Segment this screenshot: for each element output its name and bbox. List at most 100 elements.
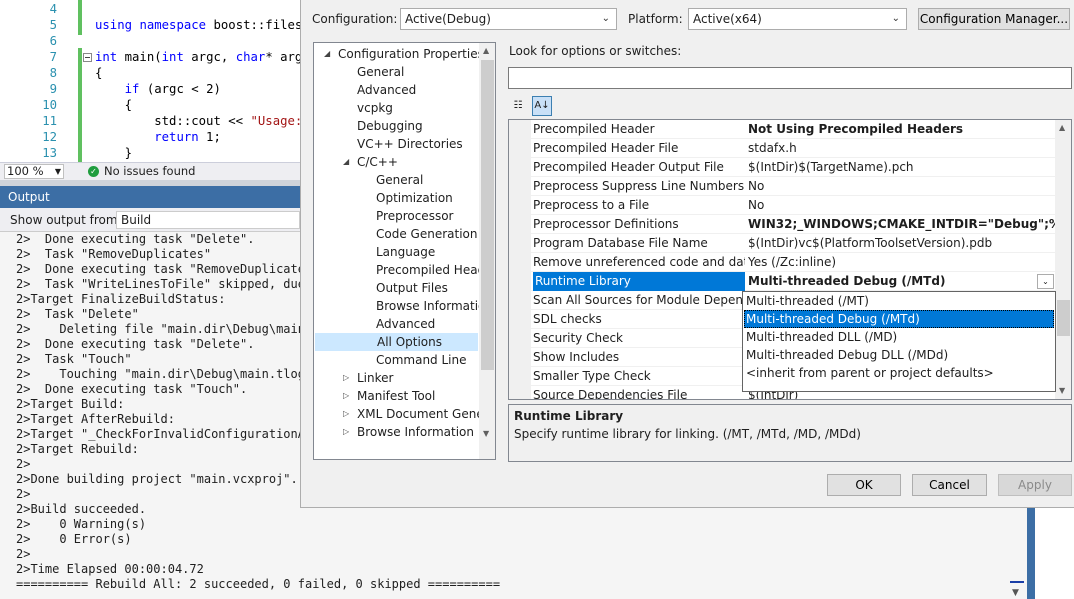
output-scrollbar[interactable]: ▼ [1010,576,1024,599]
tree-item[interactable]: Output Files [314,279,477,297]
tree-item[interactable]: All Options [315,333,478,351]
collapsed-arrow-icon[interactable]: ▷ [343,423,349,441]
tree-item[interactable]: Browse Information [314,297,493,315]
scroll-down-icon[interactable]: ▼ [1012,588,1019,598]
scroll-down-icon[interactable]: ▼ [483,429,489,438]
property-row[interactable]: Precompiled Header Not Using Precompiled … [509,120,1055,139]
scroll-up-icon[interactable]: ▲ [1059,123,1065,132]
code-text: { [95,98,133,112]
tree-item-label: Optimization [376,191,453,205]
runtime-library-options-list[interactable]: Multi-threaded (/MT) Multi-threaded Debug… [742,291,1056,392]
collapsed-arrow-icon[interactable]: ▷ [343,405,349,423]
property-name: Show Includes [533,350,620,364]
chevron-down-icon[interactable]: ⌄ [1037,274,1054,289]
code-line: 12 return 1; [0,129,300,145]
tree-item[interactable]: ◢ C/C++ [314,153,477,171]
tree-item[interactable]: Advanced [314,315,477,333]
check-circle-icon: ✓ [88,166,99,177]
collapsed-arrow-icon[interactable]: ▷ [343,369,349,387]
property-name: Precompiled Header [533,122,655,136]
property-row[interactable]: Precompiled Header Output File $(IntDir)$… [509,158,1055,177]
code-editor[interactable]: 4 5 using namespace boost::filesy 6 7 int mai… [0,0,300,162]
expanded-arrow-icon[interactable]: ◢ [324,45,330,63]
tree-item[interactable]: Language [314,243,477,261]
tree-item[interactable]: ▷ Linker [314,369,477,387]
property-value: Yes (/Zc:inline) [748,255,837,269]
property-row[interactable]: Remove unreferenced code and data Yes (/Z… [509,253,1055,272]
tree-item[interactable]: Optimization [314,189,477,207]
property-name: SDL checks [533,312,602,326]
scroll-thumb[interactable] [1010,581,1024,583]
property-row[interactable]: Program Database File Name $(IntDir)vc$(P… [509,234,1055,253]
scroll-up-icon[interactable]: ▲ [483,46,489,55]
output-line: 2> Deleting file "main.dir\Debug\main. [16,322,313,336]
chevron-down-icon: ▼ [54,167,61,176]
property-category-tree[interactable]: ◢ Configuration Properties General Advanced… [313,42,496,460]
ok-button[interactable]: OK [827,474,901,496]
tree-item[interactable]: Debugging [314,117,477,135]
output-line: 2> Task "WriteLinesToFile" skipped, due [16,277,305,291]
options-search-input[interactable] [508,67,1072,89]
expanded-arrow-icon[interactable]: ◢ [343,153,349,171]
configuration-manager-button[interactable]: Configuration Manager... [918,8,1070,30]
cancel-button[interactable]: Cancel [912,474,987,496]
tree-item[interactable]: Code Generation [314,225,477,243]
property-row[interactable]: Runtime Library Multi-threaded Debug (/MT… [509,272,1055,291]
tree-item[interactable]: Preprocessor [314,207,477,225]
grid-scrollbar[interactable]: ▲ ▼ [1055,120,1071,399]
property-value[interactable]: Multi-threaded Debug (/MTd) [747,272,1055,291]
output-panel-title[interactable]: Output [0,186,300,208]
line-number: 12 [42,130,57,144]
runtime-library-option[interactable]: Multi-threaded (/MT) [744,292,1054,310]
side-panel [1035,508,1074,599]
tree-item[interactable]: ▷ Manifest Tool [314,387,477,405]
output-line: 2> Touching "main.dir\Debug\main.tlog\ [16,367,313,381]
tree-item-label: Debugging [357,119,423,133]
configuration-select[interactable]: Active(Debug) ⌄ [400,8,617,30]
tree-item-label: Browse Information [357,425,474,439]
runtime-library-option[interactable]: <inherit from parent or project defaults… [744,364,1054,382]
output-line: 2> [16,487,31,501]
scroll-thumb[interactable] [481,60,494,370]
property-row[interactable]: Preprocess Suppress Line Numbers No [509,177,1055,196]
zoom-level-select[interactable]: 100 % ▼ [4,164,64,179]
property-row[interactable]: Preprocess to a File No [509,196,1055,215]
property-name: Preprocess Suppress Line Numbers [533,179,745,193]
tree-item[interactable]: Precompiled Heade [314,261,493,279]
property-row[interactable]: Precompiled Header File stdafx.h [509,139,1055,158]
apply-button[interactable]: Apply [998,474,1072,496]
tree-item[interactable]: Advanced [314,81,477,99]
tree-item-label: VC++ Directories [357,137,463,151]
output-line: 2>Target Build: [16,397,125,411]
scroll-down-icon[interactable]: ▼ [1059,386,1065,395]
issues-status[interactable]: No issues found [104,163,195,180]
runtime-library-option[interactable]: Multi-threaded Debug DLL (/MDd) [744,346,1054,364]
property-name: Scan All Sources for Module Dependenci [533,293,745,307]
property-row[interactable]: Preprocessor Definitions WIN32;_WINDOWS;C… [509,215,1055,234]
output-source-select[interactable]: Build [116,211,300,229]
alphabetical-sort-icon[interactable]: A↓ [532,96,552,116]
runtime-library-option[interactable]: Multi-threaded Debug (/MTd) [744,310,1054,328]
line-number: 10 [42,98,57,112]
tree-item[interactable]: Command Line [314,351,477,369]
search-label: Look for options or switches: [509,44,682,58]
description-text: Specify runtime library for linking. (/M… [514,427,861,441]
tree-item[interactable]: ▷ Browse Information [314,423,477,441]
scroll-thumb[interactable] [1057,300,1070,336]
platform-select[interactable]: Active(x64) ⌄ [688,8,907,30]
tree-item[interactable]: vcpkg [314,99,477,117]
tree-item[interactable]: ▷ XML Document Genera [314,405,495,423]
line-number: 4 [49,2,57,16]
output-line: 2> Done executing task "RemoveDuplicates [16,262,313,276]
tree-item[interactable]: General [314,63,477,81]
collapsed-arrow-icon[interactable]: ▷ [343,387,349,405]
categorized-view-icon[interactable]: ☷ [508,96,528,116]
code-text: { [95,66,103,80]
tree-item[interactable]: General [314,171,477,189]
runtime-library-option[interactable]: Multi-threaded DLL (/MD) [744,328,1054,346]
tree-item[interactable]: ◢ Configuration Properties [314,45,484,63]
code-text: using namespace boost::filesy [95,18,300,32]
tree-item[interactable]: VC++ Directories [314,135,477,153]
chevron-down-icon: ⌄ [601,13,610,24]
tree-scrollbar[interactable]: ▲ ▼ [479,43,495,459]
